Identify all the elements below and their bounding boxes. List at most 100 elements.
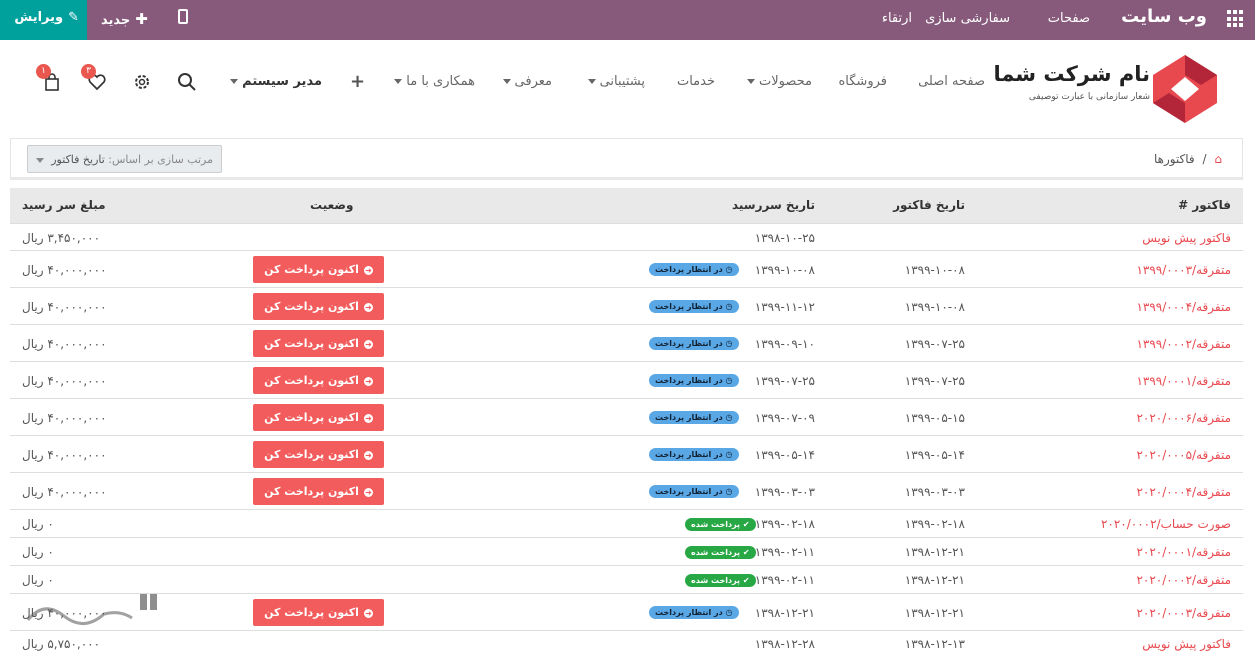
pay-now-button[interactable]: ➜ اکنون پرداخت کن bbox=[253, 293, 384, 320]
edit-button[interactable]: ✎ ویرایش bbox=[0, 0, 87, 40]
table-row: متفرقه/۲۰۲۰/۰۰۰۲ ۱۳۹۸-۱۲-۲۱ ۱۳۹۹-۰۲-۱۱ ۰ ری… bbox=[10, 565, 1243, 593]
status-badge: ◷ در انتظار پرداخت bbox=[649, 263, 739, 276]
chevron-down-icon bbox=[747, 79, 755, 84]
home-icon[interactable]: ⌂ bbox=[1214, 152, 1222, 166]
menu-customize[interactable]: سفارشی سازی bbox=[925, 11, 1010, 26]
invoice-date: ۱۳۹۸-۱۲-۲۱ bbox=[904, 573, 965, 587]
status-badge: ◷ در انتظار پرداخت bbox=[649, 485, 739, 498]
table-row: متفرقه/۲۰۲۰/۰۰۰۶ ۱۳۹۹-۰۵-۱۵ ۱۳۹۹-۰۷-۰۹ ۴۰,۰… bbox=[10, 398, 1243, 435]
invoice-date: ۱۳۹۹-۰۳-۰۳ bbox=[904, 484, 965, 499]
due-date: ۱۳۹۹-۰۳-۰۳ bbox=[754, 484, 815, 499]
sort-dropdown[interactable]: مرتب سازی بر اساس: تاریخ فاکتور bbox=[27, 145, 222, 173]
invoice-date: ۱۳۹۹-۰۵-۱۵ bbox=[904, 410, 965, 425]
wishlist-button[interactable]: ۳ bbox=[81, 64, 107, 92]
invoice-link[interactable]: متفرقه/۲۰۲۰/۰۰۰۲ bbox=[1136, 573, 1231, 587]
nav-item-services[interactable]: خدمات bbox=[677, 74, 715, 89]
invoice-link[interactable]: متفرقه/۲۰۲۰/۰۰۰۶ bbox=[1136, 411, 1231, 425]
due-date: ۱۳۹۸-۱۲-۲۸ bbox=[754, 637, 815, 651]
invoice-link[interactable]: متفرقه/۲۰۲۰/۰۰۰۵ bbox=[1136, 448, 1231, 462]
chevron-down-icon bbox=[502, 79, 511, 84]
status-label: در انتظار پرداخت bbox=[655, 265, 723, 274]
amount-due: ۳,۴۵۰,۰۰۰ ریال bbox=[22, 230, 101, 245]
chevron-down-icon bbox=[587, 79, 596, 84]
status-label: در انتظار پرداخت bbox=[655, 608, 723, 617]
due-date: ۱۳۹۹-۰۷-۰۹ bbox=[754, 410, 815, 425]
check-icon: ✔ bbox=[740, 547, 750, 557]
menu-pages[interactable]: صفحات bbox=[1048, 11, 1090, 26]
pay-now-label: اکنون پرداخت کن bbox=[264, 411, 359, 424]
user-name: مدیر سیستم bbox=[242, 74, 322, 89]
invoice-link[interactable]: صورت حساب/۲۰۲۰/۰۰۰۲ bbox=[1101, 517, 1231, 531]
edit-label: ویرایش bbox=[14, 10, 64, 25]
arrow-circle-icon: ➜ bbox=[363, 302, 373, 312]
invoice-link[interactable]: متفرقه/۱۳۹۹/۰۰۰۲ bbox=[1136, 337, 1231, 351]
pay-now-button[interactable]: ➜ اکنون پرداخت کن bbox=[253, 599, 384, 626]
invoice-link[interactable]: متفرقه/۲۰۲۰/۰۰۰۳ bbox=[1136, 606, 1231, 620]
status-label: در انتظار پرداخت bbox=[655, 487, 723, 496]
invoice-link[interactable]: متفرقه/۱۳۹۹/۰۰۰۳ bbox=[1136, 263, 1231, 277]
table-row: متفرقه/۱۳۹۹/۰۰۰۲ ۱۳۹۹-۰۷-۲۵ ۱۳۹۹-۰۹-۱۰ ۴۰,۰… bbox=[10, 324, 1243, 361]
gear-icon[interactable] bbox=[132, 72, 152, 92]
nav-item-home[interactable]: صفحه اصلی bbox=[918, 74, 985, 89]
pay-now-button[interactable]: ➜ اکنون پرداخت کن bbox=[253, 441, 384, 468]
table-row: متفرقه/۱۳۹۹/۰۰۰۱ ۱۳۹۹-۰۷-۲۵ ۱۳۹۹-۰۷-۲۵ ۴۰,۰… bbox=[10, 361, 1243, 398]
user-menu[interactable]: مدیر سیستم bbox=[230, 74, 322, 89]
nav-item-support[interactable]: پشتیبانی bbox=[587, 74, 645, 89]
apps-grid-icon[interactable] bbox=[1225, 10, 1243, 28]
pay-now-button[interactable]: ➜ اکنون پرداخت کن bbox=[253, 367, 384, 394]
invoice-link[interactable]: متفرقه/۱۳۹۹/۰۰۰۱ bbox=[1136, 374, 1231, 388]
menu-upgrade[interactable]: ارتقاء bbox=[882, 11, 912, 26]
amount-due: ۴۰,۰۰۰,۰۰۰ ریال bbox=[22, 484, 107, 499]
top-bar: وب سایت صفحات سفارشی سازی ارتقاء ✚ جدید ✎… bbox=[0, 0, 1255, 40]
pay-now-button[interactable]: ➜ اکنون پرداخت کن bbox=[253, 478, 384, 505]
amount-due: ۰ ریال bbox=[22, 517, 54, 531]
nav-item-careers[interactable]: همکاری با ما bbox=[394, 74, 475, 89]
pay-now-label: اکنون پرداخت کن bbox=[264, 606, 359, 619]
new-label: جدید bbox=[101, 13, 131, 28]
status-badge: ◷ در انتظار پرداخت bbox=[649, 300, 739, 313]
invoice-link[interactable]: متفرقه/۱۳۹۹/۰۰۰۴ bbox=[1136, 300, 1231, 314]
check-icon: ✔ bbox=[740, 575, 750, 585]
company-logo[interactable] bbox=[1153, 55, 1217, 123]
mobile-icon[interactable] bbox=[178, 9, 188, 24]
clock-icon: ◷ bbox=[722, 339, 733, 348]
search-icon[interactable] bbox=[177, 72, 197, 92]
header-due-date: تاریخ سررسید bbox=[731, 198, 815, 212]
new-button[interactable]: ✚ جدید bbox=[101, 10, 148, 28]
site-navbar: نام شرکت شما شعار سازمانی با عبارت توصیف… bbox=[0, 40, 1255, 126]
table-row: صورت حساب/۲۰۲۰/۰۰۰۲ ۱۳۹۹-۰۲-۱۸ ۱۳۹۹-۰۲-۱۸ ۰… bbox=[10, 509, 1243, 537]
header-invoice-date: تاریخ فاکتور bbox=[893, 198, 965, 212]
pay-now-button[interactable]: ➜ اکنون پرداخت کن bbox=[253, 330, 384, 357]
nav-item-careers-label: همکاری با ما bbox=[406, 74, 475, 89]
wishlist-count-badge: ۳ bbox=[81, 64, 96, 79]
pay-now-label: اکنون پرداخت کن bbox=[264, 337, 359, 350]
nav-item-products[interactable]: محصولات bbox=[747, 74, 812, 89]
status-label: در انتظار پرداخت bbox=[655, 302, 723, 311]
invoice-link[interactable]: فاکتور پیش نویس bbox=[1142, 637, 1231, 651]
amount-due: ۵,۷۵۰,۰۰۰ ریال bbox=[22, 637, 101, 651]
add-menu-icon[interactable]: + bbox=[350, 71, 365, 92]
due-date: ۱۳۹۹-۰۲-۱۱ bbox=[754, 545, 815, 559]
header-status: وضعیت bbox=[310, 198, 354, 212]
brand-tagline: شعار سازمانی با عبارت توصیفی bbox=[1028, 92, 1150, 102]
website-title[interactable]: وب سایت bbox=[1121, 6, 1207, 27]
sort-value: تاریخ فاکتور bbox=[51, 153, 105, 166]
cart-button[interactable]: ۱ bbox=[36, 64, 62, 92]
nav-item-shop[interactable]: فروشگاه bbox=[838, 74, 887, 89]
invoice-link[interactable]: متفرقه/۲۰۲۰/۰۰۰۴ bbox=[1136, 485, 1231, 499]
arrow-circle-icon: ➜ bbox=[363, 376, 373, 386]
status-label: در انتظار پرداخت bbox=[655, 376, 723, 385]
chevron-down-icon bbox=[36, 158, 44, 163]
due-date: ۱۳۹۸-۱۰-۲۵ bbox=[754, 230, 815, 245]
breadcrumb: ⌂ / فاکتورها bbox=[1154, 152, 1222, 166]
nav-item-about[interactable]: معرفی bbox=[502, 74, 552, 89]
clock-icon: ◷ bbox=[722, 413, 733, 422]
pay-now-button[interactable]: ➜ اکنون پرداخت کن bbox=[253, 256, 384, 283]
pay-now-button[interactable]: ➜ اکنون پرداخت کن bbox=[253, 404, 384, 431]
status-badge: ◷ در انتظار پرداخت bbox=[649, 411, 739, 424]
pay-now-label: اکنون پرداخت کن bbox=[264, 263, 359, 276]
breadcrumb-current: فاکتورها bbox=[1153, 152, 1195, 166]
invoice-link[interactable]: متفرقه/۲۰۲۰/۰۰۰۱ bbox=[1136, 545, 1231, 559]
invoice-link[interactable]: فاکتور پیش نویس bbox=[1142, 231, 1231, 245]
clock-icon: ◷ bbox=[722, 376, 733, 385]
